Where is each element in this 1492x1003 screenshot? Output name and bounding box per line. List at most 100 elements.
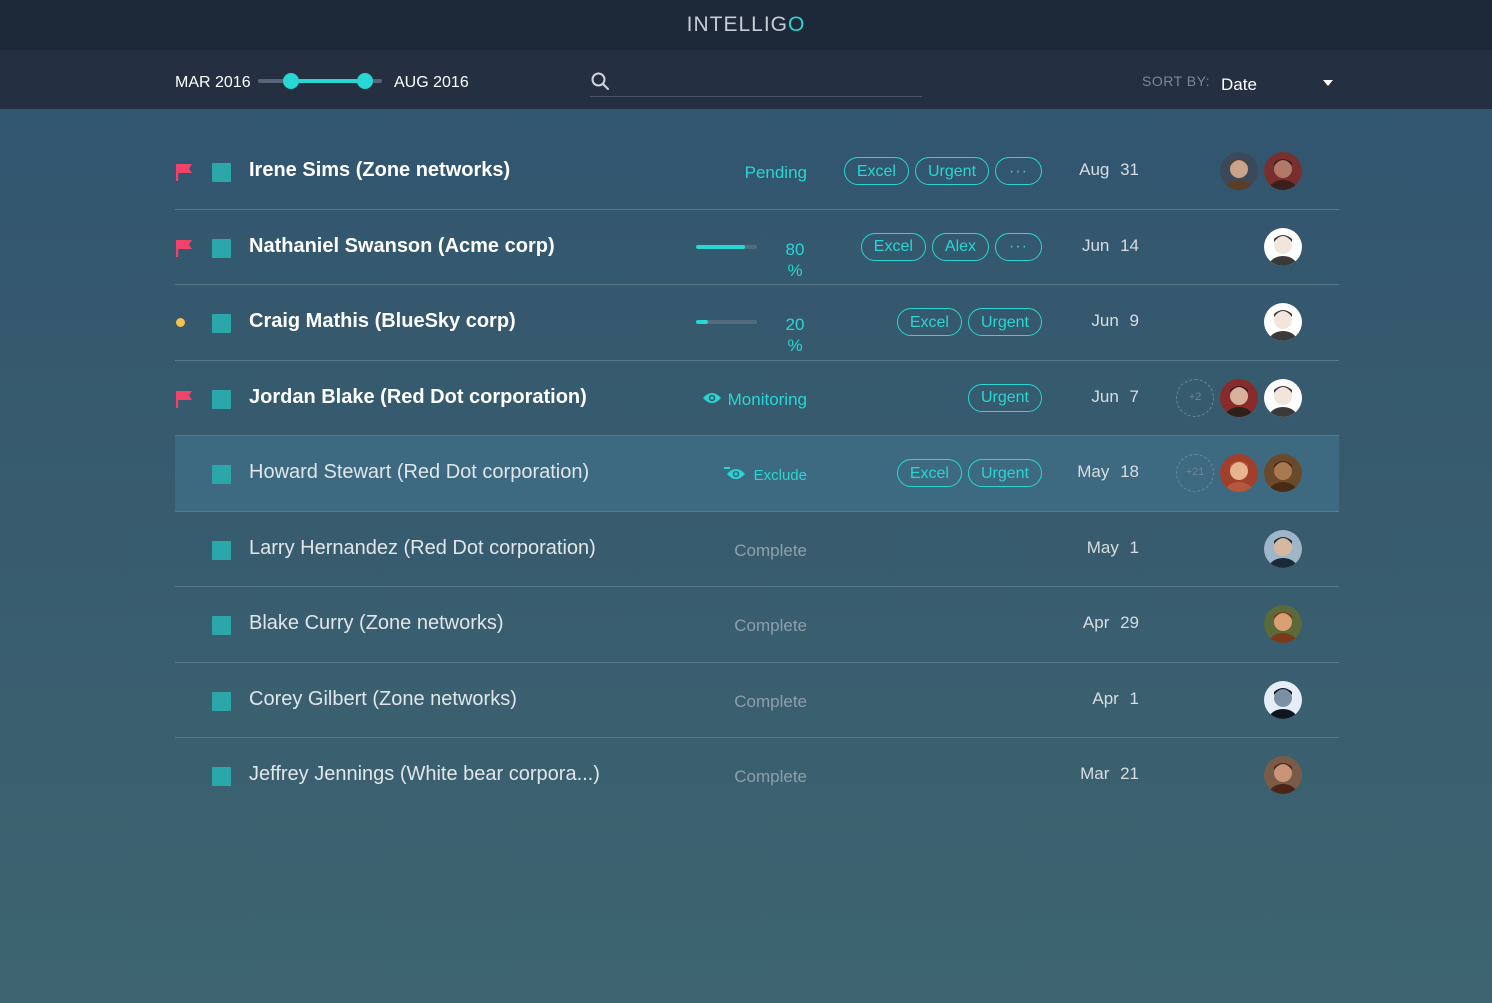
avatar[interactable]: [1220, 152, 1258, 190]
tag-group: Excel Alex ···: [860, 232, 1042, 261]
row-title[interactable]: Craig Mathis (BlueSky corp): [249, 310, 516, 333]
avatar[interactable]: [1264, 605, 1302, 643]
tag-chip[interactable]: Urgent: [967, 308, 1042, 336]
row-checkbox[interactable]: [212, 314, 231, 333]
chevron-down-icon: [1323, 80, 1333, 86]
row-checkbox[interactable]: [212, 691, 231, 711]
table-row[interactable]: Craig Mathis (BlueSky corp) 20% Excel Urgen…: [175, 285, 1339, 361]
avatar[interactable]: [1264, 303, 1302, 341]
progress-percent: 80%: [785, 239, 805, 280]
slider-start-handle[interactable]: [283, 73, 300, 89]
app-header: INTELLIGO: [0, 0, 1492, 50]
status-label: Complete: [734, 540, 807, 560]
tag-chip[interactable]: Urgent: [914, 157, 990, 185]
tag-chip[interactable]: Urgent: [967, 459, 1042, 487]
avatar[interactable]: [1264, 454, 1302, 492]
flag-icon[interactable]: [175, 390, 193, 408]
extra-assignees-count[interactable]: +2: [1176, 378, 1214, 417]
table-row[interactable]: Corey Gilbert (Zone networks) Complete Apr…: [175, 663, 1339, 738]
eye-off-icon: [723, 467, 748, 485]
flag-icon[interactable]: [175, 239, 193, 257]
row-title[interactable]: Irene Sims (Zone networks): [249, 159, 510, 182]
status-label: Complete: [734, 616, 807, 635]
row-date: Jun 9: [1091, 311, 1139, 330]
row-title[interactable]: Jordan Blake (Red Dot corporation): [249, 386, 587, 409]
extra-assignees-count[interactable]: +21: [1176, 454, 1214, 492]
search-box: [590, 69, 922, 97]
search-input[interactable]: [620, 69, 920, 95]
avatar[interactable]: [1264, 152, 1302, 190]
row-title[interactable]: Corey Gilbert (Zone networks): [249, 688, 517, 711]
tag-chip[interactable]: Excel: [860, 232, 926, 261]
more-tags-button[interactable]: ···: [995, 232, 1042, 261]
row-title[interactable]: Howard Stewart (Red Dot corporation): [249, 461, 589, 484]
assignee-group: [1264, 227, 1302, 266]
assignee-group: [1220, 152, 1302, 190]
row-checkbox[interactable]: [212, 163, 231, 182]
tag-group: Urgent: [967, 383, 1042, 412]
assignee-group: +2: [1176, 378, 1302, 417]
progress-percent: 20%: [785, 315, 805, 355]
date-range-slider[interactable]: [258, 73, 382, 89]
tag-chip[interactable]: Excel: [896, 459, 962, 487]
flag-icon[interactable]: [175, 163, 193, 181]
row-checkbox[interactable]: [212, 767, 231, 786]
range-end-label: AUG 2016: [394, 74, 469, 91]
avatar[interactable]: [1264, 227, 1302, 266]
table-row[interactable]: Larry Hernandez (Red Dot corporation) Com…: [175, 512, 1339, 587]
status-dot-icon: [176, 318, 185, 327]
table-row[interactable]: Nathaniel Swanson (Acme corp) 80% Excel Ale…: [175, 210, 1339, 285]
task-list: Irene Sims (Zone networks) Pending Excel Ur…: [175, 134, 1339, 814]
tag-chip[interactable]: Excel: [896, 308, 962, 336]
table-row[interactable]: Blake Curry (Zone networks) Complete Apr 2…: [175, 587, 1339, 663]
sort-value: Date: [1221, 75, 1257, 94]
row-date: Aug 31: [1079, 160, 1139, 179]
tag-group: Excel Urgent: [896, 459, 1042, 487]
avatar[interactable]: [1264, 680, 1302, 719]
tag-chip[interactable]: Urgent: [967, 383, 1042, 412]
avatar[interactable]: [1264, 378, 1302, 417]
status-label: Monitoring: [702, 390, 807, 411]
row-title[interactable]: Blake Curry (Zone networks): [249, 612, 504, 635]
table-row[interactable]: Howard Stewart (Red Dot corporation) Excl…: [175, 436, 1339, 512]
filter-toolbar: MAR 2016 AUG 2016 SORT BY: Date: [0, 50, 1492, 109]
table-row[interactable]: Jeffrey Jennings (White bear corpora...)…: [175, 738, 1339, 814]
progress-bar: [696, 320, 757, 324]
avatar[interactable]: [1264, 756, 1302, 794]
row-title[interactable]: Jeffrey Jennings (White bear corpora...): [249, 763, 600, 786]
row-checkbox[interactable]: [212, 238, 231, 258]
row-title[interactable]: Nathaniel Swanson (Acme corp): [249, 235, 555, 258]
row-date: Jun 7: [1091, 386, 1139, 406]
row-checkbox[interactable]: [212, 616, 231, 635]
slider-end-handle[interactable]: [356, 73, 373, 89]
slider-range-fill: [291, 79, 365, 83]
row-date: May 18: [1077, 462, 1139, 481]
row-date: Apr 29: [1082, 613, 1139, 632]
row-checkbox[interactable]: [212, 389, 231, 409]
avatar[interactable]: [1220, 454, 1258, 492]
sort-dropdown[interactable]: Date: [1221, 71, 1339, 97]
row-date: Mar 21: [1080, 764, 1139, 783]
tag-group: Excel Urgent: [896, 308, 1042, 336]
row-checkbox[interactable]: [212, 465, 231, 484]
app-logo: INTELLIGO: [686, 13, 806, 36]
table-row[interactable]: Irene Sims (Zone networks) Pending Excel Ur…: [175, 134, 1339, 210]
row-title[interactable]: Larry Hernandez (Red Dot corporation): [249, 537, 596, 560]
avatar[interactable]: [1220, 378, 1258, 417]
assignee-group: [1264, 605, 1302, 643]
table-row[interactable]: Jordan Blake (Red Dot corporation) Monito…: [175, 361, 1339, 436]
tag-chip[interactable]: Alex: [931, 232, 990, 261]
more-tags-button[interactable]: ···: [995, 157, 1042, 185]
sort-by-label: SORT BY:: [1142, 73, 1211, 89]
status-label: Pending: [744, 163, 807, 182]
assignee-group: [1264, 529, 1302, 568]
search-icon[interactable]: [590, 71, 610, 91]
tag-chip[interactable]: Excel: [843, 157, 909, 185]
assignee-group: [1264, 756, 1302, 794]
progress-bar: [696, 244, 757, 249]
eye-icon: [702, 390, 722, 410]
row-date: Jun 14: [1081, 235, 1139, 255]
row-checkbox[interactable]: [212, 540, 231, 560]
assignee-group: [1264, 680, 1302, 719]
avatar[interactable]: [1264, 529, 1302, 568]
